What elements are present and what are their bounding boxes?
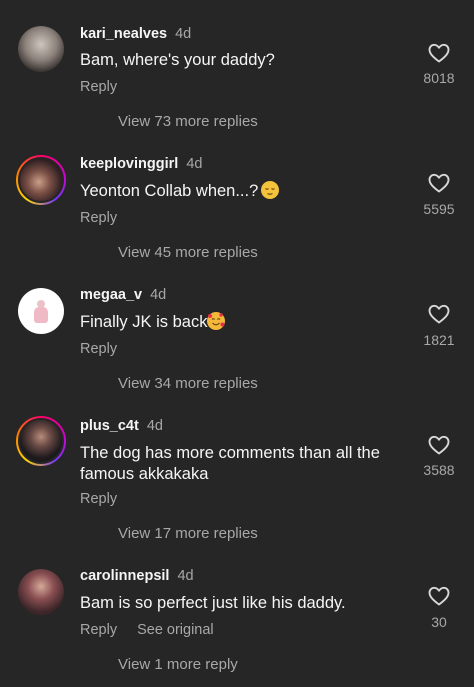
view-more-replies[interactable]: View 1 more reply (118, 656, 238, 673)
heart-outline-icon[interactable] (427, 171, 451, 195)
relieved-face-icon (261, 181, 280, 199)
comment-actions: Reply (80, 210, 117, 226)
view-more-replies[interactable]: View 34 more replies (118, 375, 258, 392)
timestamp: 4d (146, 418, 163, 434)
reply-button[interactable]: Reply (80, 341, 117, 357)
comment-text: Bam, where's your daddy? (80, 50, 400, 71)
smiling-face-with-hearts-icon (207, 312, 226, 330)
like-count: 30 (431, 614, 447, 630)
timestamp: 4d (150, 287, 167, 303)
avatar[interactable] (16, 155, 66, 205)
comment-actions: Reply (80, 79, 117, 95)
view-more-replies[interactable]: View 45 more replies (118, 244, 258, 261)
heart-outline-icon[interactable] (427, 584, 451, 608)
comment-text: Finally JK is back (80, 312, 400, 333)
timestamp: 4d (175, 26, 192, 42)
view-more-replies[interactable]: View 73 more replies (118, 113, 258, 130)
comment-actions: Reply (80, 491, 117, 507)
comment-text: The dog has more comments than all the f… (80, 443, 400, 485)
comment-actions: Reply See original (80, 622, 214, 638)
avatar[interactable] (16, 416, 66, 466)
like-count: 5595 (423, 201, 455, 217)
username[interactable]: keeplovinggirl (80, 156, 178, 172)
avatar[interactable] (18, 569, 64, 615)
like-count: 1821 (423, 332, 455, 348)
heart-outline-icon[interactable] (427, 302, 451, 326)
username[interactable]: carolinnepsil (80, 568, 169, 584)
comment-header: megaa_v 4d (80, 287, 166, 303)
avatar[interactable] (18, 288, 64, 334)
username[interactable]: kari_nealves (80, 26, 167, 42)
comment-header: carolinnepsil 4d (80, 568, 194, 584)
comment-text: Yeonton Collab when...? (80, 181, 400, 202)
heart-outline-icon[interactable] (427, 433, 451, 457)
comment-text-content: Finally JK is back (80, 313, 208, 331)
reply-button[interactable]: Reply (80, 210, 117, 226)
heart-outline-icon[interactable] (427, 41, 451, 65)
reply-button[interactable]: Reply (80, 622, 117, 638)
like-count: 8018 (423, 70, 455, 86)
see-original-button[interactable]: See original (137, 622, 214, 638)
comment-text-content: Bam, where's your daddy? (80, 51, 275, 69)
username[interactable]: plus_c4t (80, 418, 139, 434)
reply-button[interactable]: Reply (80, 491, 117, 507)
comment-text-content: Bam is so perfect just like his daddy. (80, 594, 346, 612)
reply-button[interactable]: Reply (80, 79, 117, 95)
avatar[interactable] (18, 26, 64, 72)
username[interactable]: megaa_v (80, 287, 142, 303)
comment-text-content: Yeonton Collab when...? (80, 182, 259, 200)
comment-actions: Reply (80, 341, 117, 357)
timestamp: 4d (186, 156, 203, 172)
view-more-replies[interactable]: View 17 more replies (118, 525, 258, 542)
comment-text-content: The dog has more comments than all the f… (80, 444, 380, 483)
comment-header: kari_nealves 4d (80, 26, 191, 42)
comment-text: Bam is so perfect just like his daddy. (80, 593, 400, 614)
comment-header: plus_c4t 4d (80, 418, 163, 434)
timestamp: 4d (177, 568, 194, 584)
like-count: 3588 (423, 462, 455, 478)
comment-header: keeplovinggirl 4d (80, 156, 202, 172)
